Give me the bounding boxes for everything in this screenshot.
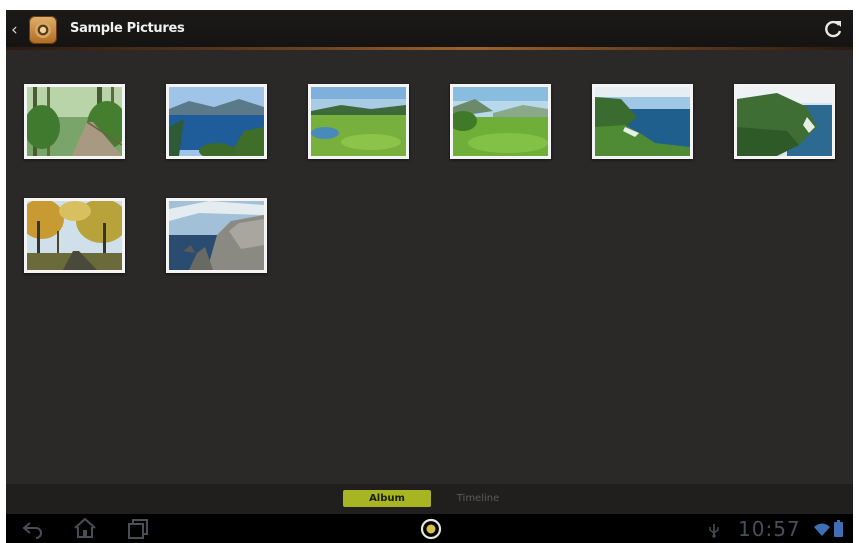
cliffs-photo bbox=[595, 87, 690, 156]
photo-thumbnail-lake[interactable] bbox=[166, 84, 267, 159]
refresh-icon[interactable] bbox=[821, 17, 845, 41]
back-icon[interactable]: ‹ bbox=[11, 20, 25, 40]
rocky-coast-photo bbox=[169, 201, 264, 270]
system-bar: 10:57 bbox=[6, 514, 853, 543]
wifi-icon bbox=[814, 523, 830, 536]
photo-thumbnail-autumn[interactable] bbox=[24, 198, 125, 273]
page-title: Sample Pictures bbox=[70, 21, 185, 36]
action-bar-divider bbox=[6, 47, 853, 50]
tab-timeline[interactable]: Timeline bbox=[443, 490, 513, 507]
photo-thumbnail-cliffs[interactable] bbox=[592, 84, 693, 159]
photo-thumbnail-rocky-coast[interactable] bbox=[166, 198, 267, 273]
usb-icon bbox=[709, 524, 719, 538]
coast-hills-photo bbox=[737, 87, 832, 156]
nav-back-icon[interactable] bbox=[20, 519, 44, 539]
photo-thumbnail-forest[interactable] bbox=[24, 84, 125, 159]
meadow-photo bbox=[311, 87, 406, 156]
forest-photo bbox=[27, 87, 122, 156]
photo-thumbnail-coast-hills[interactable] bbox=[734, 84, 835, 159]
camera-shutter-icon[interactable] bbox=[420, 518, 442, 540]
hills-photo bbox=[453, 87, 548, 156]
autumn-photo bbox=[27, 201, 122, 270]
nav-home-icon[interactable] bbox=[72, 517, 98, 539]
battery-icon bbox=[834, 520, 843, 537]
view-tab-bar: Album Timeline bbox=[6, 484, 853, 514]
lake-photo bbox=[169, 87, 264, 156]
nav-recents-icon[interactable] bbox=[126, 518, 150, 540]
gallery-screen: ‹ Sample Pictures Album Timeline 10:57 bbox=[6, 10, 853, 543]
photo-thumbnail-hills[interactable] bbox=[450, 84, 551, 159]
tab-album[interactable]: Album bbox=[343, 490, 431, 507]
photo-thumbnail-meadow[interactable] bbox=[308, 84, 409, 159]
action-bar: ‹ Sample Pictures bbox=[6, 10, 853, 50]
status-time: 10:57 bbox=[738, 517, 801, 541]
app-icon[interactable] bbox=[29, 16, 57, 44]
